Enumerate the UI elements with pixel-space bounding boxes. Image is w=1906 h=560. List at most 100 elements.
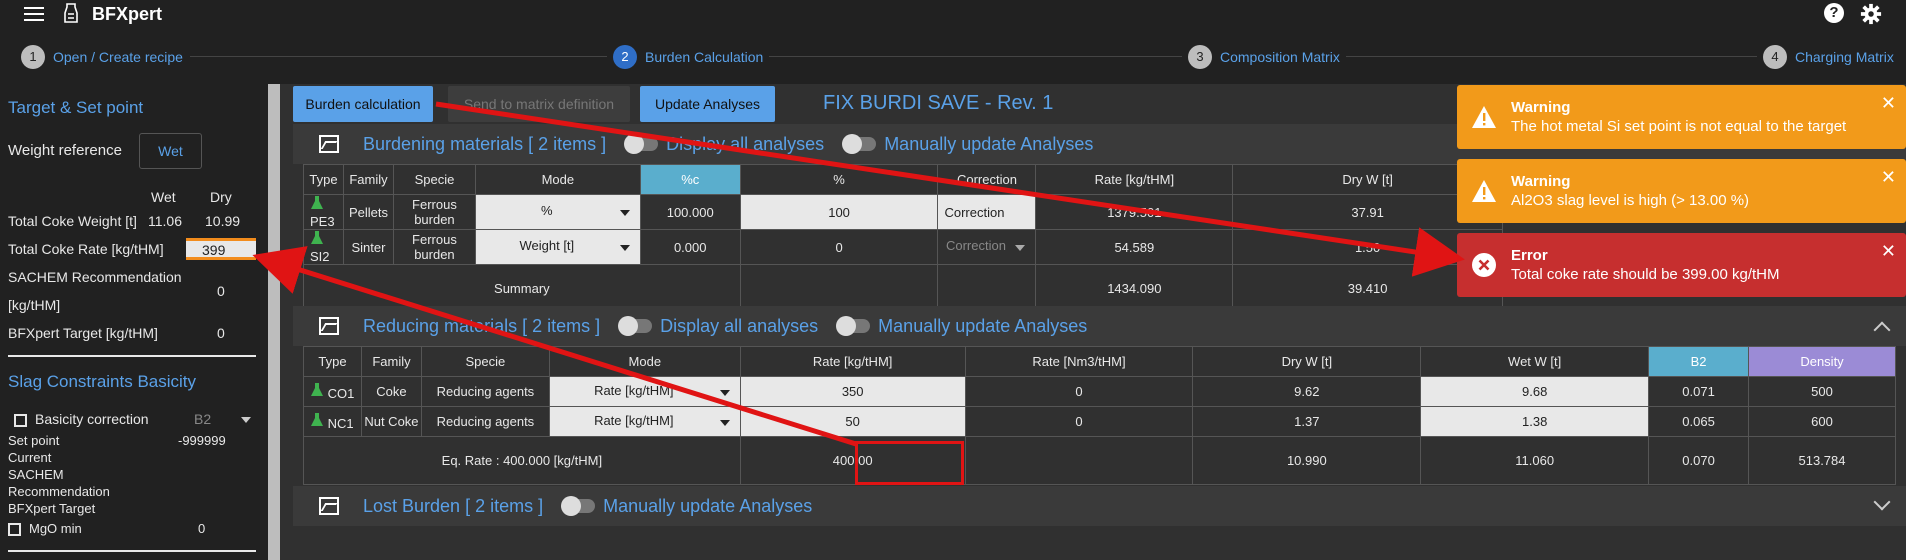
send-to-matrix-button[interactable]: Send to matrix definition — [448, 86, 630, 122]
rate-input[interactable]: 350 — [739, 376, 966, 407]
bfxpert-target-value: 0 — [217, 325, 225, 341]
hamburger-menu-icon[interactable] — [24, 7, 44, 21]
mode-select[interactable]: Weight [t] — [474, 229, 641, 265]
col-dry-header: Dry — [210, 189, 232, 205]
wet-weight-input[interactable]: 9.68 — [1420, 376, 1650, 407]
annotation-highlight-box — [855, 441, 964, 485]
basicity-select-value: B2 — [194, 411, 212, 427]
eq-rate-label: Eq. Rate : 400.000 [kg/tHM] — [303, 436, 741, 485]
flask-icon[interactable] — [310, 412, 324, 428]
col-rate-nm3: Rate [Nm3/tHM] — [964, 346, 1194, 377]
step-burden-calculation[interactable]: 2 Burden Calculation — [607, 45, 770, 69]
step-number: 4 — [1763, 45, 1787, 69]
burden-calculation-button[interactable]: Burden calculation — [293, 86, 433, 122]
basicity-select[interactable]: B2 — [194, 411, 252, 427]
table-row: SI2 Sinter Ferrous burden Weight [t] 0.0… — [303, 229, 1503, 265]
set-point-value: -999999 — [178, 433, 226, 448]
step-composition-matrix[interactable]: 3 Composition Matrix — [1182, 45, 1346, 69]
eq-dry-weight: 10.990 — [1192, 436, 1422, 485]
close-icon[interactable]: ✕ — [1881, 167, 1896, 188]
chevron-down-icon[interactable] — [1873, 493, 1891, 511]
manually-update-analyses-toggle[interactable] — [836, 316, 871, 336]
basicity-correction-checkbox[interactable] — [14, 413, 27, 427]
col-type: Type — [303, 346, 362, 377]
specie-cell: Reducing agents — [420, 406, 550, 437]
step-label: Charging Matrix — [1795, 49, 1894, 65]
recipe-title: FIX BURDI SAVE - Rev. 1 — [823, 92, 1054, 114]
top-app-bar: BFXpert ? — [0, 0, 1906, 28]
wet-weight-input[interactable]: 1.38 — [1420, 406, 1650, 437]
eq-wet-weight: 11.060 — [1420, 436, 1650, 485]
dry-weight-cell: 9.62 — [1192, 376, 1422, 407]
mode-select[interactable]: Rate [kg/tHM] — [548, 376, 741, 407]
sachem-value: 0 — [217, 283, 225, 299]
dry-weight-cell: 1.37 — [1192, 406, 1422, 437]
error-icon — [1472, 253, 1496, 277]
mgo-min-label: MgO min — [29, 521, 82, 536]
section-title: Lost Burden [ 2 items ] — [363, 495, 544, 516]
mode-select[interactable]: % — [474, 194, 641, 230]
target-setpoint-panel: Target & Set point Weight reference Wet … — [0, 84, 268, 560]
help-icon[interactable]: ? — [1824, 3, 1844, 23]
lost-burden-section-header[interactable]: Lost Burden [ 2 items ] Manually update … — [293, 486, 1906, 526]
main-content: Burden calculation Send to matrix defini… — [293, 84, 1906, 560]
mgo-min-value: 0 — [198, 521, 206, 536]
warning-toast: Warning Al2O3 slag level is high (> 13.00… — [1457, 159, 1906, 223]
mgo-min-row: MgO min — [8, 521, 82, 537]
total-coke-rate-input[interactable]: 399 — [186, 238, 256, 260]
toggle-label: Manually update Analyses — [878, 315, 1088, 336]
step-number: 2 — [613, 45, 637, 69]
col-type: Type — [303, 164, 344, 195]
mgo-min-checkbox[interactable] — [8, 523, 21, 537]
gear-icon[interactable] — [1860, 3, 1882, 25]
manually-update-analyses-toggle[interactable] — [561, 496, 596, 516]
type-cell: SI2 — [303, 229, 344, 265]
flask-icon[interactable] — [310, 230, 324, 246]
type-cell: NC1 — [303, 406, 362, 437]
reducing-section-header[interactable]: Reducing materials [ 2 items ] Display a… — [293, 306, 1906, 346]
table-row: CO1 Coke Reducing agents Rate [kg/tHM] 3… — [303, 376, 1896, 407]
col-b2: B2 — [1648, 346, 1750, 377]
eq-empty — [964, 436, 1194, 485]
workflow-stepper: 1 Open / Create recipe 2 Burden Calculat… — [0, 28, 1906, 84]
toggle-label: Manually update Analyses — [603, 495, 813, 516]
display-all-analyses-toggle[interactable] — [618, 316, 653, 336]
image-icon — [319, 317, 339, 335]
col-rate: Rate [kg/tHM] — [739, 346, 966, 377]
step-open-create-recipe[interactable]: 1 Open / Create recipe — [21, 45, 189, 69]
sidebar-scrollbar[interactable] — [268, 84, 280, 560]
current-label: Current — [8, 450, 52, 465]
wet-button[interactable]: Wet — [139, 133, 202, 169]
chevron-down-icon — [241, 417, 252, 424]
step-charging-matrix[interactable]: 4 Charging Matrix — [1757, 45, 1900, 69]
total-coke-weight-dry: 10.99 — [205, 213, 241, 229]
toast-message: The hot metal Si set point is not equal … — [1511, 118, 1847, 135]
blast-furnace-logo-icon — [64, 3, 78, 23]
display-all-analyses-toggle[interactable] — [624, 134, 659, 154]
col-family: Family — [342, 164, 394, 195]
chevron-up-icon[interactable] — [1873, 321, 1891, 339]
specie-cell: Reducing agents — [420, 376, 550, 407]
flask-icon[interactable] — [310, 382, 324, 398]
rate-input[interactable]: 50 — [739, 406, 966, 437]
percent-cell: 0 — [739, 229, 939, 265]
close-icon[interactable]: ✕ — [1881, 93, 1896, 114]
col-mode: Mode — [548, 346, 741, 377]
mode-select[interactable]: Rate [kg/tHM] — [548, 406, 741, 437]
step-number: 1 — [21, 45, 45, 69]
section-title: Reducing materials [ 2 items ] — [363, 315, 601, 336]
rate-nm3-cell: 0 — [964, 406, 1194, 437]
reducing-table: Type Family Specie Mode Rate [kg/tHM] Ra… — [303, 346, 1896, 485]
correction-select[interactable]: Correction — [937, 229, 1037, 265]
percent-input[interactable]: 100 — [739, 194, 939, 230]
close-icon[interactable]: ✕ — [1881, 241, 1896, 262]
toast-message: Total coke rate should be 399.00 kg/tHM — [1511, 266, 1780, 283]
rate-cell: 1379.501 — [1035, 194, 1234, 230]
sachem-recommendation-label: SACHEM Recommendation — [8, 269, 182, 285]
b2-cell: 0.071 — [1648, 376, 1750, 407]
manually-update-analyses-toggle[interactable] — [842, 134, 877, 154]
specie-cell: Ferrous burden — [392, 229, 476, 265]
update-analyses-button[interactable]: Update Analyses — [640, 86, 775, 122]
flask-icon[interactable] — [310, 195, 324, 211]
correction-select[interactable]: Correction — [937, 194, 1037, 230]
